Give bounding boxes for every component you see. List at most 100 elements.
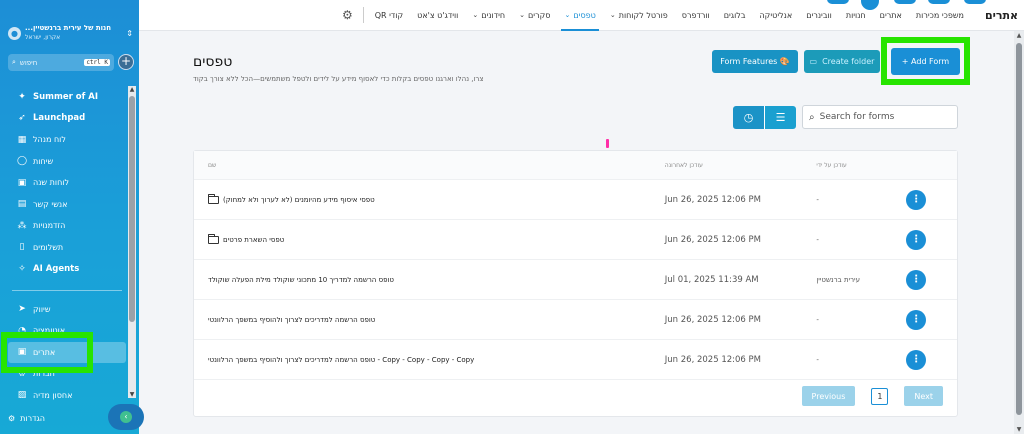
table-row[interactable]: טפסי איסוף מידע מהיומנים (לא לערוך ולא ל… xyxy=(194,180,957,220)
pagination: Previous 1 Next xyxy=(801,386,943,406)
forms-table: שם עודכן לאחרונה עודכן על ידי טפסי איסוף… xyxy=(193,150,958,417)
more-options-icon[interactable]: ⋮ xyxy=(906,269,927,290)
view-toggle: ◷ ☰ xyxy=(733,106,796,129)
row-name[interactable]: טופס הרשמה למדריכים לצרוך ולהוסיף במשפך … xyxy=(194,356,665,364)
sidebar-item-payments[interactable]: ▯ תשלומים xyxy=(8,237,126,259)
table-row[interactable]: טופס הרשמה למדריכים לצרוך ולהוסיף במשפך … xyxy=(194,300,957,340)
rocket-icon: ➶ xyxy=(18,113,26,124)
nav-wordpress[interactable]: וורדפרס xyxy=(675,0,717,31)
scroll-up-icon[interactable]: ▲ xyxy=(1014,32,1024,39)
sidebar-item-label: אחסון מדיה xyxy=(33,390,73,400)
chat-icon: ◯ xyxy=(16,156,28,167)
sparkle-icon: ✦ xyxy=(18,91,26,102)
next-page-button[interactable]: Next xyxy=(904,386,943,406)
more-options-icon[interactable]: ⋮ xyxy=(906,229,927,250)
sidebar-item-launchpad[interactable]: ➶ Launchpad xyxy=(8,108,126,130)
nav-label: סקרים xyxy=(527,10,551,20)
highlight-box-add-form xyxy=(881,37,970,85)
nav-qr-codes[interactable]: QR קודי xyxy=(368,0,410,31)
media-icon: ▨ xyxy=(17,390,27,401)
form-features-button[interactable]: Form Features 🎨 xyxy=(712,50,798,73)
search-forms-input[interactable]: ⌕ Search for forms xyxy=(802,105,958,129)
column-header-updated-by[interactable]: עודכן על ידי xyxy=(816,162,906,169)
search-icon: ⌕ xyxy=(809,111,815,123)
sidebar-item-summer-of-ai[interactable]: ✦ Summer of AI xyxy=(8,86,126,108)
row-name[interactable]: טפסי השארת פרטים xyxy=(194,233,665,244)
row-updated-by: - xyxy=(816,195,819,204)
nav-forms[interactable]: ⌄ טפסים xyxy=(557,0,602,31)
nav-quizzes[interactable]: ⌄ חידונים xyxy=(465,0,512,31)
header-action-button[interactable] xyxy=(928,0,950,4)
nav-blogs[interactable]: בלוגים xyxy=(717,0,753,31)
nav-label: חנויות xyxy=(845,10,866,20)
sidebar-item-calendars[interactable]: ▣ לוחות שנה xyxy=(8,172,126,194)
column-header-updated[interactable]: עודכן לאחרונה xyxy=(665,162,817,169)
contacts-icon: ▤ xyxy=(17,199,27,210)
sidebar-item-ai-agents[interactable]: ✧ AI Agents xyxy=(8,258,126,280)
sidebar-item-media-storage[interactable]: ▨ אחסון מדיה xyxy=(8,385,126,407)
sidebar-item-conversations[interactable]: ◯ שיחות xyxy=(8,151,126,173)
more-options-icon[interactable]: ⋮ xyxy=(906,349,927,370)
account-switcher[interactable]: ● ...חנות של עירית ברנשטיין אקרון, ישראל… xyxy=(8,22,133,44)
row-name-text: טופס הרשמה למדריכים לצרוך ולהוסיף במשפך … xyxy=(208,355,475,364)
sidebar-item-contacts[interactable]: ▤ אנשי קשר xyxy=(8,194,126,216)
nav-label: וורדפרס xyxy=(681,10,710,20)
list-view-button[interactable]: ☰ xyxy=(764,106,796,129)
calendar-icon: ▣ xyxy=(17,177,27,188)
sidebar-item-label: לוח מנהל xyxy=(33,135,66,145)
scroll-up-icon[interactable]: ▲ xyxy=(128,86,136,93)
search-forms-placeholder: Search for forms xyxy=(819,112,895,122)
header-action-button[interactable] xyxy=(964,0,986,4)
folder-icon xyxy=(207,193,219,204)
nav-analytics[interactable]: אנליטיקה xyxy=(752,0,799,31)
switch-account-icon[interactable]: ⇕ xyxy=(126,29,133,38)
sidebar-item-dashboard[interactable]: ▦ לוח מנהל xyxy=(8,129,126,151)
table-row[interactable]: טפסי השארת פרטים Jun 26, 2025 12:06 PM -… xyxy=(194,220,957,260)
nav-label: פורטל לקוחות xyxy=(618,10,668,20)
sidebar-item-settings[interactable]: ⚙ הגדרות xyxy=(8,414,45,423)
sidebar-search[interactable]: ⌕ חיפוש ctrl K xyxy=(8,54,114,71)
recent-view-button[interactable]: ◷ xyxy=(733,106,764,129)
page-number[interactable]: 1 xyxy=(871,387,889,405)
sidebar-item-marketing[interactable]: ➤ שיווק xyxy=(8,299,126,321)
scroll-down-icon[interactable]: ▼ xyxy=(1014,426,1024,433)
settings-gear-icon[interactable]: ⚙ xyxy=(336,8,359,22)
opportunities-icon: ⁂ xyxy=(17,220,27,231)
chevron-down-icon: ⌄ xyxy=(519,11,525,19)
row-name[interactable]: טופס הרשמה למדריכים לצרוך ולהוסיף במשפך … xyxy=(194,316,665,324)
header-action-button[interactable] xyxy=(827,0,849,4)
page-scrollbar[interactable]: ▲ ▼ xyxy=(1014,31,1024,434)
row-updated: Jun 26, 2025 12:06 PM xyxy=(664,314,761,325)
scroll-down-icon[interactable]: ▼ xyxy=(128,391,136,398)
sidebar-item-label: הזדמנויות xyxy=(33,221,66,231)
nav-client-portal[interactable]: ⌄ פורטל לקוחות xyxy=(603,0,675,31)
row-actions: ⋮ xyxy=(906,189,957,210)
row-name[interactable]: טופס הרשמה למדריך 10 מתכוני שוקולד מילת … xyxy=(194,276,665,284)
header-action-button[interactable] xyxy=(894,0,916,4)
table-row[interactable]: טופס הרשמה למדריך 10 מתכוני שוקולד מילת … xyxy=(194,260,957,300)
column-header-name[interactable]: שם xyxy=(194,162,665,169)
account-avatar: ● xyxy=(8,26,21,40)
row-actions: ⋮ xyxy=(906,349,957,370)
create-folder-button[interactable]: ▭ Create folder xyxy=(804,50,880,73)
nav-funnels[interactable]: משפכי מכירות xyxy=(909,0,971,31)
previous-page-button[interactable]: Previous xyxy=(801,386,856,406)
search-shortcut: ctrl K xyxy=(84,59,110,66)
nav-surveys[interactable]: ⌄ סקרים xyxy=(512,0,557,31)
account-name: ...חנות של עירית ברנשטיין xyxy=(25,24,112,32)
more-options-icon[interactable]: ⋮ xyxy=(906,189,927,210)
row-updated: Jul 01, 2025 11:39 AM xyxy=(664,274,759,285)
quick-add-button[interactable]: + xyxy=(118,54,134,70)
more-options-icon[interactable]: ⋮ xyxy=(906,309,927,330)
sidebar-scroll-thumb[interactable] xyxy=(129,96,135,322)
table-row[interactable]: טופס הרשמה למדריכים לצרוך ולהוסיף במשפך … xyxy=(194,340,957,380)
row-updated-by: עירית ברנשטיין xyxy=(816,275,861,284)
sidebar-scrollbar[interactable]: ▲ ▼ xyxy=(128,86,136,398)
page-scroll-thumb[interactable] xyxy=(1016,43,1022,415)
row-name[interactable]: טפסי איסוף מידע מהיומנים (לא לערוך ולא ל… xyxy=(194,193,665,204)
sidebar-item-opportunities[interactable]: ⁂ הזדמנויות xyxy=(8,215,126,237)
row-name-text: טופס הרשמה למדריך 10 מתכוני שוקולד מילת … xyxy=(208,275,394,284)
nav-chat-widget[interactable]: ווידג'ט צ'אט xyxy=(410,0,465,31)
row-actions: ⋮ xyxy=(906,229,957,250)
nav-webinars[interactable]: וובינרים xyxy=(799,0,839,31)
